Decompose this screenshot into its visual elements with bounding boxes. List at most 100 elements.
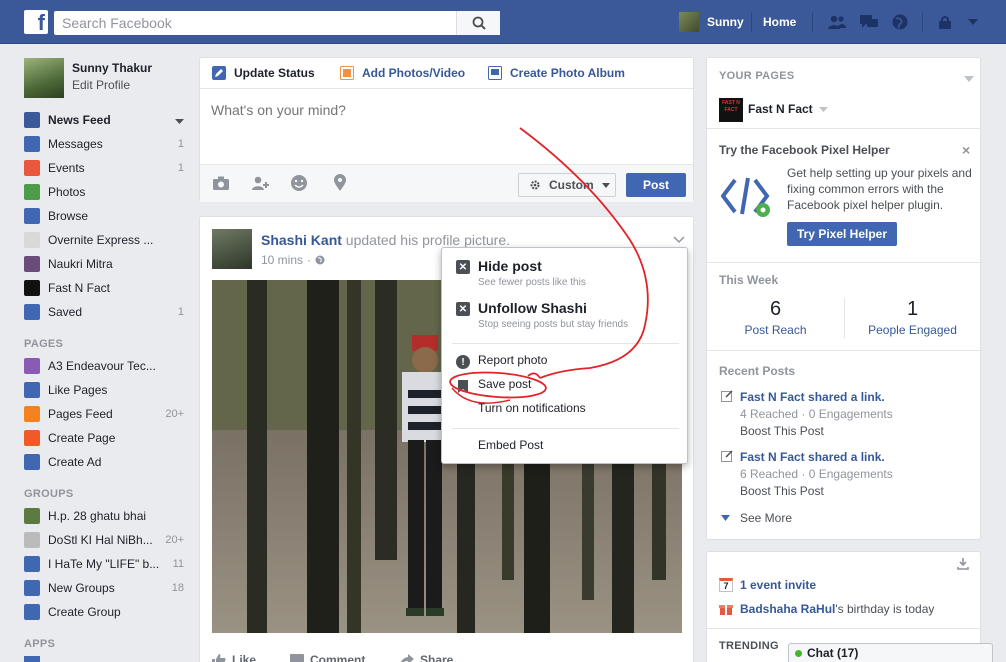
people-engaged-label[interactable]: People Engaged bbox=[845, 323, 980, 337]
search-input[interactable] bbox=[54, 11, 456, 35]
sidebar-item[interactable]: Events 1 bbox=[24, 156, 184, 180]
sidebar-item[interactable]: Create Page bbox=[24, 426, 184, 450]
search-button[interactable] bbox=[456, 11, 500, 35]
top-user-link[interactable]: Sunny bbox=[679, 12, 744, 32]
sidebar-item[interactable]: DoStl KI Hal NiBh... 20+ bbox=[24, 528, 184, 552]
download-icon[interactable] bbox=[957, 558, 969, 573]
sidebar-item[interactable]: News Feed bbox=[24, 108, 184, 132]
sidebar-item[interactable]: Browse bbox=[24, 204, 184, 228]
sidebar-item[interactable]: H.p. 28 ghatu bhai bbox=[24, 504, 184, 528]
feeling-icon[interactable] bbox=[290, 174, 308, 195]
sidebar-item-label: New Groups bbox=[48, 581, 115, 595]
divider bbox=[922, 12, 923, 32]
camera-icon[interactable] bbox=[212, 175, 230, 194]
post-reach-value: 6 bbox=[769, 298, 782, 320]
tab-update-status[interactable]: Update Status bbox=[212, 66, 315, 80]
chevron-down-icon bbox=[721, 515, 730, 521]
create-group-icon bbox=[24, 604, 40, 620]
sidebar-item-count: 1 bbox=[177, 306, 184, 318]
calendar-icon: 7 bbox=[719, 578, 733, 592]
sidebar-item[interactable]: New Groups 18 bbox=[24, 576, 184, 600]
pixel-body: Get help setting up your pixels and fixi… bbox=[787, 166, 972, 212]
tab-create-album-label: Create Photo Album bbox=[510, 66, 625, 80]
page-name-link[interactable]: Fast N Fact bbox=[748, 102, 828, 116]
try-pixel-helper-button[interactable]: Try Pixel Helper bbox=[787, 222, 897, 246]
see-more-link[interactable]: See More bbox=[721, 511, 792, 525]
chat-label: Chat (17) bbox=[807, 646, 859, 660]
sidebar-item-label: Overnite Express ... bbox=[48, 233, 154, 247]
apps-icon[interactable] bbox=[24, 656, 40, 662]
birthday-name[interactable]: Badshaha RaHul bbox=[740, 602, 835, 616]
sidebar-item[interactable]: A3 Endeavour Tec... bbox=[24, 354, 184, 378]
embed-post-item[interactable]: Embed Post bbox=[456, 438, 543, 454]
sidebar-item-label: Create Ad bbox=[48, 455, 102, 469]
comment-button[interactable]: Comment bbox=[290, 653, 365, 662]
facebook-logo[interactable]: f bbox=[24, 10, 48, 34]
page-name: Fast N Fact bbox=[748, 102, 813, 116]
chevron-down-icon bbox=[818, 106, 828, 112]
news-feed-icon bbox=[24, 112, 40, 128]
globe-notifications-icon[interactable] bbox=[889, 12, 911, 32]
sidebar-item-label: Events bbox=[48, 161, 85, 175]
messages-icon[interactable] bbox=[858, 12, 880, 32]
see-more-label: See More bbox=[740, 511, 793, 525]
sidebar-item[interactable]: Overnite Express ... bbox=[24, 228, 184, 252]
sidebar-item[interactable]: Pages Feed 20+ bbox=[24, 402, 184, 426]
divider bbox=[200, 88, 693, 89]
tab-add-photos[interactable]: Add Photos/Video bbox=[340, 66, 465, 80]
news-feed-options-chevron-icon[interactable] bbox=[175, 113, 184, 127]
sidebar-item[interactable]: Naukri Mitra bbox=[24, 252, 184, 276]
group-hp-icon bbox=[24, 508, 40, 524]
sidebar-item-count: 11 bbox=[172, 558, 184, 570]
sidebar-item-count: 20+ bbox=[165, 534, 184, 546]
recent-post-title[interactable]: Fast N Fact shared a link. bbox=[740, 390, 885, 404]
embed-post-label: Embed Post bbox=[478, 438, 544, 452]
close-icon[interactable]: × bbox=[962, 142, 970, 158]
section-chevron-icon[interactable] bbox=[964, 71, 974, 85]
sidebar-item[interactable]: Photos bbox=[24, 180, 184, 204]
pixel-title: Try the Facebook Pixel Helper bbox=[719, 143, 890, 157]
profile-name[interactable]: Sunny Thakur bbox=[72, 61, 152, 75]
recent-post-title[interactable]: Fast N Fact shared a link. bbox=[740, 450, 885, 464]
profile-avatar[interactable] bbox=[24, 58, 64, 98]
divider bbox=[751, 12, 752, 32]
post-author-name[interactable]: Shashi Kant bbox=[261, 232, 342, 248]
sidebar-item-label: Create Group bbox=[48, 605, 121, 619]
post-author-avatar[interactable] bbox=[212, 229, 252, 269]
post-options-chevron-icon[interactable] bbox=[673, 233, 685, 247]
sidebar-item[interactable]: Create Group bbox=[24, 600, 184, 624]
browse-icon bbox=[24, 208, 40, 224]
sidebar-item-label: Pages Feed bbox=[48, 407, 113, 421]
sidebar-item-label: I HaTe My "LIFE" b... bbox=[48, 557, 160, 571]
sidebar-item-count: 20+ bbox=[165, 408, 184, 420]
account-menu-chevron-icon[interactable] bbox=[962, 12, 984, 32]
post-reach-label[interactable]: Post Reach bbox=[707, 323, 844, 337]
post-time[interactable]: 10 mins bbox=[261, 253, 303, 267]
share-button[interactable]: Share bbox=[400, 653, 453, 662]
share-icon bbox=[401, 654, 414, 662]
like-button[interactable]: Like bbox=[212, 653, 256, 662]
home-link[interactable]: Home bbox=[763, 15, 796, 29]
recent-post-meta: 6 Reached · 0 Engagements bbox=[740, 467, 893, 481]
boost-post-link[interactable]: Boost This Post bbox=[740, 484, 824, 498]
sidebar-item[interactable]: I HaTe My "LIFE" b... 11 bbox=[24, 552, 184, 576]
pencil-icon bbox=[212, 66, 226, 80]
sidebar-item-label: Create Page bbox=[48, 431, 116, 445]
friend-requests-icon[interactable] bbox=[826, 12, 848, 32]
sidebar-item[interactable]: Messages 1 bbox=[24, 132, 184, 156]
privacy-lock-icon[interactable] bbox=[934, 12, 956, 32]
divider bbox=[707, 128, 980, 129]
boost-post-link[interactable]: Boost This Post bbox=[740, 424, 824, 438]
tab-create-album[interactable]: Create Photo Album bbox=[488, 66, 625, 80]
location-icon[interactable] bbox=[333, 174, 347, 195]
event-invite-link[interactable]: 1 event invite bbox=[740, 578, 816, 592]
sidebar-item[interactable]: Like Pages bbox=[24, 378, 184, 402]
sidebar-item[interactable]: Saved 1 bbox=[24, 300, 184, 324]
sidebar-item[interactable]: Create Ad bbox=[24, 450, 184, 474]
tag-friends-icon[interactable] bbox=[251, 175, 271, 194]
chat-bar[interactable]: Chat (17) bbox=[788, 643, 993, 662]
sidebar-item[interactable]: Fast N Fact bbox=[24, 276, 184, 300]
events-icon bbox=[24, 160, 40, 176]
edit-profile-link[interactable]: Edit Profile bbox=[72, 78, 130, 92]
page-logo[interactable]: FAST N FACT bbox=[719, 98, 743, 122]
